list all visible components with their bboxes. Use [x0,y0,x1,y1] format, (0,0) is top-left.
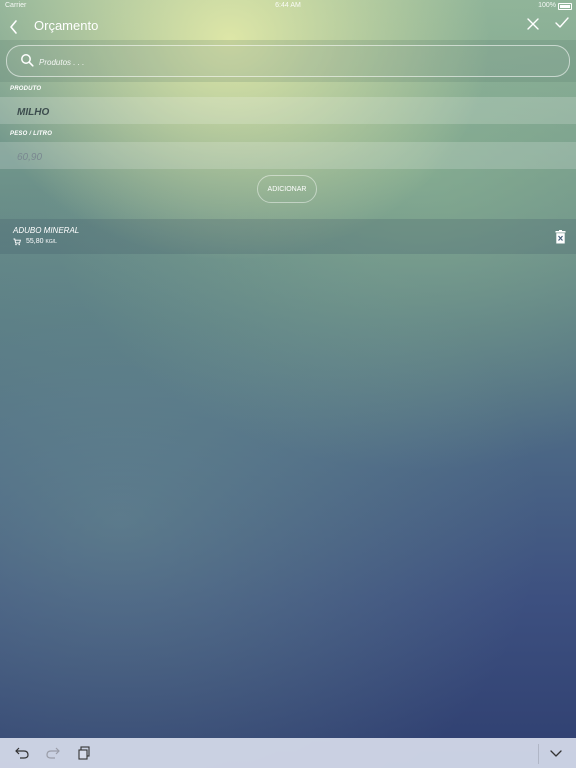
product-input[interactable] [15,103,559,121]
keyboard-toolbar [0,738,576,768]
item-unit: KG/L [45,239,57,245]
search-field[interactable] [6,45,570,77]
close-button[interactable] [526,17,540,35]
undo-icon[interactable] [14,745,30,761]
toolbar-divider [538,744,539,764]
battery-percent: 100% [538,2,556,9]
search-input[interactable] [37,53,541,71]
search-bar [0,40,576,82]
checkmark-icon [555,17,569,28]
chevron-down-icon[interactable] [548,745,564,761]
trash-icon[interactable] [555,230,566,244]
product-label: PRODUTO [10,86,42,92]
product-field-row [0,97,576,124]
back-button[interactable] [8,14,28,38]
search-icon [21,54,34,67]
page-title: Orçamento [34,18,99,33]
item-name: ADUBO MINERAL [13,226,80,235]
chevron-left-icon [10,20,17,34]
item-value: 55,80 KG/L [26,238,57,245]
navigation-bar: Orçamento [0,12,576,40]
add-button[interactable]: ADICIONAR [257,175,317,203]
redo-icon[interactable] [45,745,61,761]
weight-field-row [0,142,576,169]
paste-icon[interactable] [76,745,92,761]
status-time: 6:44 AM [275,2,301,9]
item-quantity: 55,80 [26,238,44,245]
confirm-button[interactable] [554,16,570,35]
weight-input[interactable] [15,148,559,166]
weight-label: PESO / LITRO [10,131,53,137]
status-bar: Carrier 6:44 AM 100% [0,0,576,12]
battery-icon [558,3,572,10]
list-item[interactable]: ADUBO MINERAL 55,80 KG/L [0,219,576,254]
cart-icon [13,238,21,246]
close-icon [527,18,539,30]
